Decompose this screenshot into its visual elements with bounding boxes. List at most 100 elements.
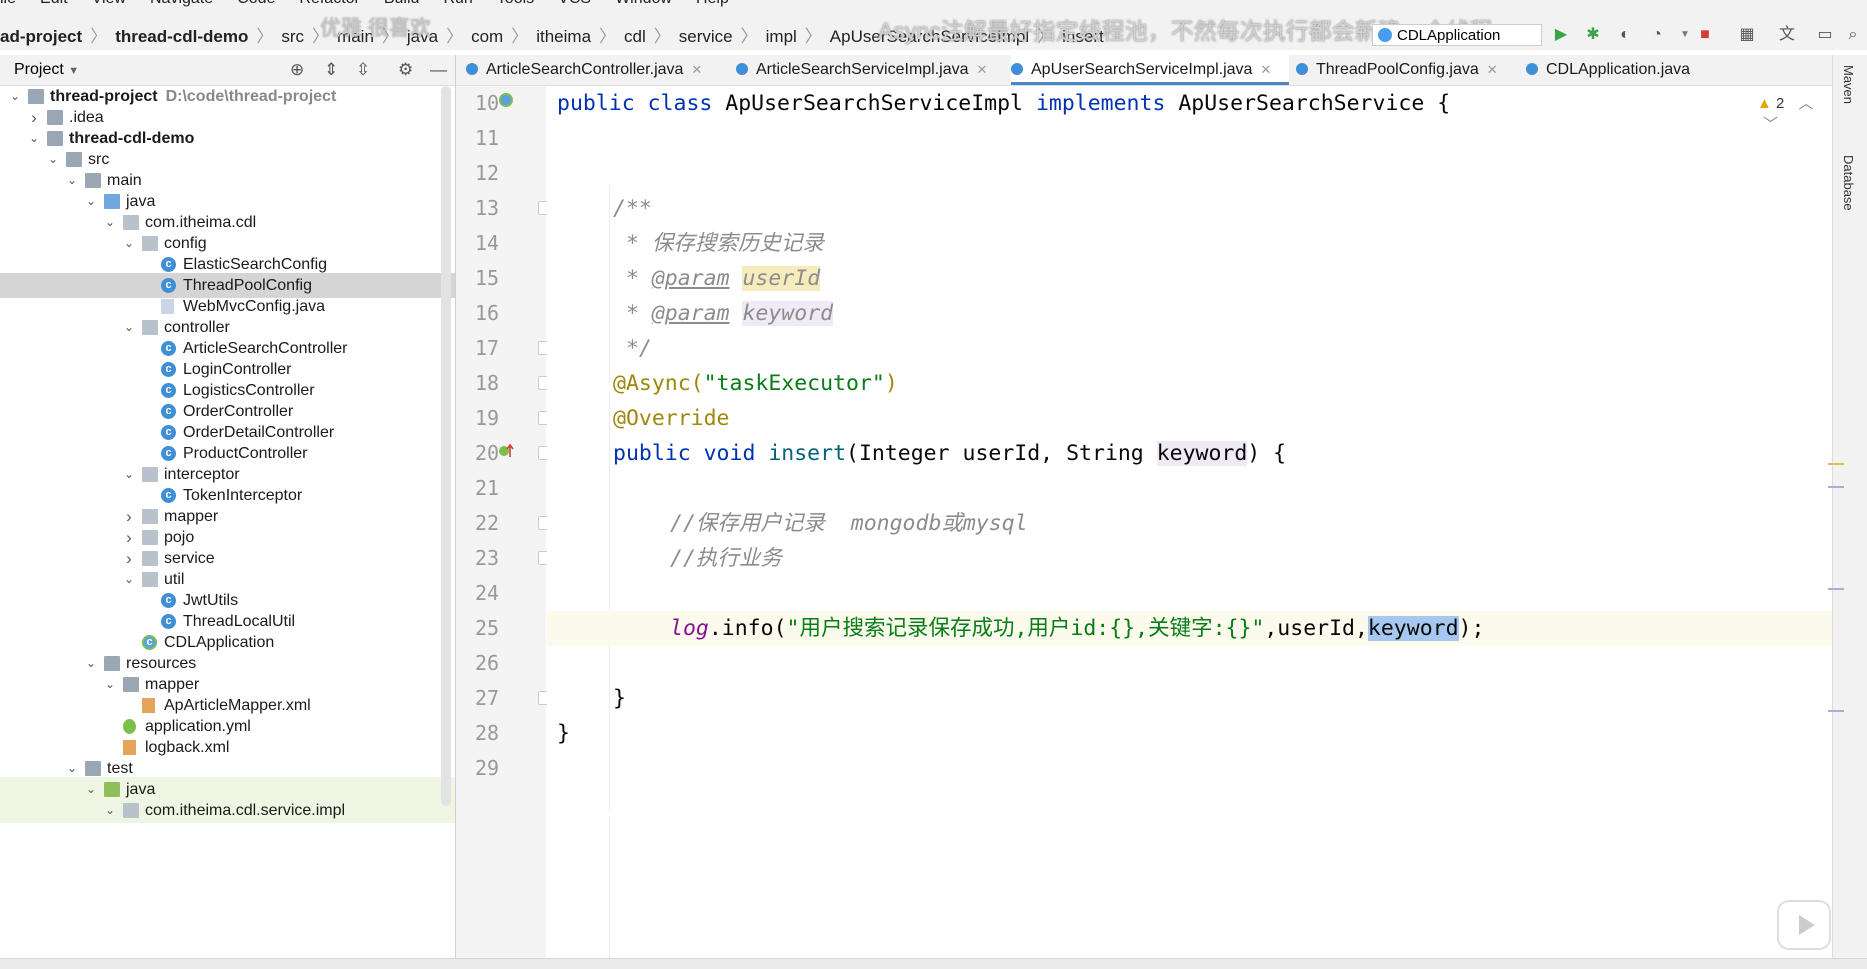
tree-item-text: test <box>107 760 133 777</box>
line-number: 11 <box>474 126 500 150</box>
line-number: 15 <box>474 266 500 290</box>
chevron-down-icon[interactable]: ▼ <box>1676 26 1694 44</box>
editor-tab-label: ArticleSearchServiceImpl.java <box>756 61 969 78</box>
tree-item-text: .idea <box>69 109 104 126</box>
layout-icon[interactable]: ▭ <box>1816 26 1834 44</box>
locate-icon[interactable]: ⊕ <box>290 60 304 80</box>
coverage-icon[interactable]: ◐ <box>1616 26 1634 44</box>
project-tool-window-header: Project ▼ ⊕ ⇕ ⇳ ⚙ — <box>0 55 455 86</box>
editor-tab[interactable]: CDLApplication.java <box>1526 55 1726 85</box>
package-icon <box>142 320 158 335</box>
tree-item-text: LogisticsController <box>183 382 315 399</box>
error-stripe-mark[interactable] <box>1828 710 1844 712</box>
error-stripe-mark[interactable] <box>1828 486 1844 488</box>
class-icon <box>1011 63 1023 75</box>
line-number: 14 <box>474 231 500 255</box>
search-icon[interactable]: ⌕ <box>1844 26 1862 44</box>
tree-item[interactable]: ⌄ com.itheima.cdl.service.impl <box>0 798 455 823</box>
breadcrumb-item[interactable]: src <box>281 27 304 47</box>
tree-item-text: service <box>164 550 215 567</box>
hide-icon[interactable]: — <box>430 60 447 80</box>
profile-icon[interactable]: ◔ <box>1648 26 1666 44</box>
maven-tool-button[interactable]: Maven <box>1841 65 1856 104</box>
folder-icon <box>66 152 82 167</box>
error-stripe-mark[interactable] <box>1828 588 1844 590</box>
menu-item[interactable]: Refactor <box>299 0 359 7</box>
line-number: 28 <box>474 721 500 745</box>
line-number: 12 <box>474 161 500 185</box>
tree-item-label: com.itheima.cdl.service.impl <box>145 798 345 823</box>
breadcrumb-item[interactable]: impl <box>766 27 797 47</box>
tree-scrollbar[interactable] <box>441 86 451 806</box>
chevron-down-icon[interactable]: ⌄ <box>103 798 117 823</box>
editor-tab[interactable]: ApUserSearchServiceImpl.java ✕ <box>1011 55 1289 85</box>
package-icon <box>123 803 139 818</box>
line-number: 25 <box>474 616 500 640</box>
warning-icon: ▲ <box>1757 95 1772 112</box>
editor-tab[interactable]: ArticleSearchController.java ✕ <box>466 55 728 85</box>
source-folder-icon <box>104 194 120 209</box>
menu-item[interactable]: Edit <box>40 0 68 7</box>
database-tool-button[interactable]: Database <box>1841 155 1856 211</box>
close-icon[interactable]: ✕ <box>1487 62 1498 77</box>
menu-item[interactable]: View <box>92 0 126 7</box>
close-icon[interactable]: ✕ <box>1260 62 1271 77</box>
breadcrumb-item[interactable]: cdl <box>624 27 646 47</box>
project-panel-title[interactable]: Project ▼ <box>14 61 79 79</box>
code-line-18: @Async("taskExecutor") <box>613 371 898 396</box>
expand-all-icon[interactable]: ⇕ <box>324 60 338 80</box>
editor-tab[interactable]: ThreadPoolConfig.java ✕ <box>1296 55 1518 85</box>
editor-gutter: 10 11 12 13 14 15 16 17 18 19 20 21 22 23 24 25 26 27 28 29 <box>456 86 552 958</box>
spring-class-icon: c <box>142 635 157 650</box>
editor-tab[interactable]: ArticleSearchServiceImpl.java ✕ <box>736 55 1004 85</box>
project-structure-icon[interactable]: ▦ <box>1738 26 1756 44</box>
code-editor[interactable]: public class ApUserSearchServiceImpl imp… <box>547 86 1832 958</box>
tree-item-text: ArticleSearchController <box>183 340 348 357</box>
breadcrumb-item[interactable]: com <box>471 27 503 47</box>
chevron-right-icon: 〉 <box>256 27 274 46</box>
stop-icon[interactable]: ■ <box>1696 26 1714 44</box>
line-number: 27 <box>474 686 500 710</box>
code-line-23: //执行业务 <box>670 546 782 571</box>
breadcrumb-item[interactable]: service <box>679 27 733 47</box>
title-bar: ile Edit View Navigate Code Refactor Build Run T… <box>0 0 1867 50</box>
menu-item[interactable]: Code <box>237 0 275 7</box>
debug-icon[interactable]: ✱ <box>1584 26 1602 44</box>
video-play-icon[interactable] <box>1777 900 1831 950</box>
translate-icon[interactable]: 文 <box>1778 26 1796 44</box>
package-icon <box>142 530 158 545</box>
run-configuration-selector[interactable]: CDLApplication <box>1372 24 1542 46</box>
inspection-widget[interactable]: ▲ 2 ︿ ﹀ <box>1757 92 1832 134</box>
menu-item[interactable]: Build <box>384 0 420 7</box>
class-icon: c <box>161 614 176 629</box>
close-icon[interactable]: ✕ <box>691 62 702 77</box>
gear-icon[interactable]: ⚙ <box>398 60 413 80</box>
chevron-down-icon[interactable]: ﹀ <box>1763 116 1778 133</box>
menu-item[interactable]: ile <box>0 0 16 7</box>
breadcrumb-item[interactable]: ad-project <box>0 27 82 47</box>
tree-item-text: ElasticSearchConfig <box>183 256 328 273</box>
menu-bar: ile Edit View Navigate Code Refactor Build Run T… <box>0 0 753 8</box>
run-icon[interactable]: ▶ <box>1552 26 1570 44</box>
tree-item-text: ThreadPoolConfig <box>183 277 312 294</box>
close-icon[interactable]: ✕ <box>977 62 988 77</box>
class-icon: c <box>161 446 176 461</box>
package-icon <box>142 236 158 251</box>
class-icon: c <box>161 383 176 398</box>
menu-item[interactable]: Run <box>443 0 472 7</box>
menu-item[interactable]: Window <box>615 0 672 7</box>
tree-item-text: mapper <box>145 676 200 693</box>
tree-item-text: controller <box>164 319 230 336</box>
breadcrumb-item[interactable]: thread-cdl-demo <box>115 27 248 47</box>
indent-guide <box>609 816 610 958</box>
menu-item[interactable]: Navigate <box>150 0 213 7</box>
chevron-up-icon[interactable]: ︿ <box>1799 95 1814 112</box>
menu-item[interactable]: Help <box>696 0 729 7</box>
tree-item-text: pojo <box>164 529 195 546</box>
error-stripe-mark[interactable] <box>1828 463 1844 465</box>
menu-item[interactable]: Tools <box>497 0 534 7</box>
tree-item-text: ThreadLocalUtil <box>183 613 296 630</box>
menu-item[interactable]: VCS <box>558 0 591 7</box>
collapse-all-icon[interactable]: ⇳ <box>356 60 370 80</box>
breadcrumb-item[interactable]: itheima <box>536 27 591 47</box>
